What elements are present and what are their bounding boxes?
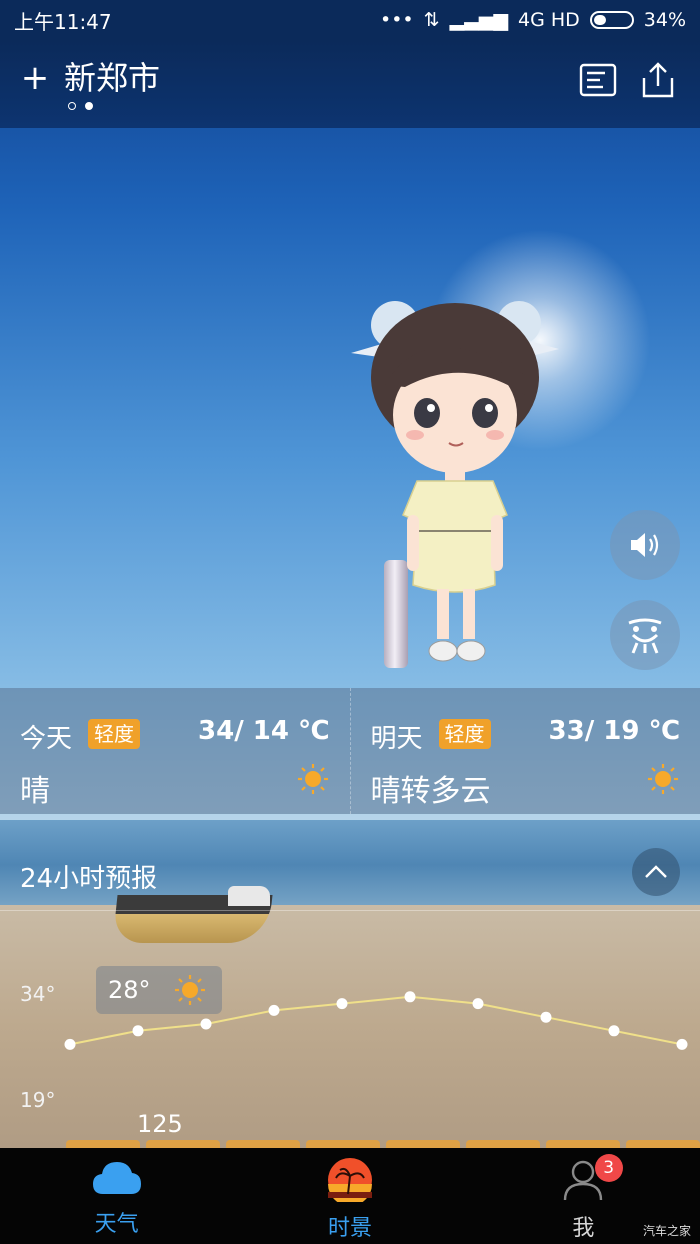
aqi-bar — [626, 1140, 700, 1148]
bottom-navigation: 天气 时景 3 我 — [0, 1148, 700, 1244]
status-time: 上午11:47 — [14, 9, 112, 34]
daily-summary: 今天 轻度 34/ 14 ℃ 晴 明天 轻度 33/ 19 ℃ 晴转多云 — [0, 688, 700, 814]
temperature-point — [132, 1025, 144, 1037]
temperature-point — [472, 998, 484, 1010]
sun-icon — [297, 764, 328, 794]
page-dot — [68, 102, 76, 110]
notification-badge: 3 — [594, 1154, 623, 1182]
collapse-forecast-button[interactable] — [632, 848, 680, 896]
sun-icon — [174, 975, 205, 1005]
forecast-title: 24小时预报 — [20, 864, 158, 894]
share-icon[interactable] — [638, 60, 678, 100]
selected-hour-tooltip: 28° — [96, 966, 222, 1014]
tomorrow-temp: 33/ 19 ℃ — [548, 716, 680, 746]
status-right: ••• ⇅ ▂▃▅▆ 4G HD 34% — [380, 9, 686, 31]
signal-icon: ▂▃▅▆ — [449, 9, 508, 31]
tab-weather[interactable]: 天气 — [0, 1148, 233, 1244]
data-transfer-icon: ⇅ — [423, 9, 440, 31]
city-name[interactable]: 新郑市 — [64, 58, 160, 98]
today-label: 今天 — [20, 724, 73, 754]
aqi-bar — [226, 1140, 300, 1148]
tomorrow-card[interactable]: 明天 轻度 33/ 19 ℃ 晴转多云 — [349, 688, 700, 814]
boat-cabin — [228, 886, 270, 906]
temperature-point — [336, 998, 348, 1010]
temperature-point — [404, 991, 416, 1003]
tomorrow-aqi-badge: 轻度 — [438, 719, 491, 749]
speaker-icon — [631, 533, 659, 557]
app-header: + 新郑市 — [0, 40, 700, 128]
page-dot-active — [85, 102, 93, 110]
sun-icon — [648, 764, 678, 794]
aqi-bar — [466, 1140, 540, 1148]
tab-scene-label: 时景 — [327, 1216, 372, 1241]
aqi-bar — [66, 1140, 140, 1148]
cloud-icon — [92, 1162, 141, 1194]
temperature-point — [676, 1038, 688, 1050]
forecast-divider — [0, 910, 700, 911]
today-condition: 晴 — [20, 774, 50, 809]
tab-scene[interactable]: 时景 — [233, 1148, 466, 1244]
tomorrow-condition: 晴转多云 — [370, 774, 491, 809]
status-bar: 上午11:47 ••• ⇅ ▂▃▅▆ 4G HD 34% — [0, 0, 700, 40]
hour-aqi-value: 125 — [137, 1110, 183, 1138]
add-city-button[interactable]: + — [20, 58, 50, 98]
today-card[interactable]: 今天 轻度 34/ 14 ℃ 晴 — [0, 688, 350, 814]
tomorrow-label: 明天 — [370, 724, 423, 754]
tab-me-label: 我 — [572, 1216, 595, 1241]
today-temp: 34/ 14 ℃ — [198, 716, 330, 746]
temperature-point — [540, 1011, 552, 1023]
cartoon-girl-illustration — [351, 301, 559, 662]
tab-weather-label: 天气 — [94, 1212, 139, 1237]
smiley-character-icon — [628, 618, 662, 654]
today-aqi-badge: 轻度 — [88, 719, 140, 749]
battery-icon — [589, 11, 634, 29]
character-interaction-button[interactable] — [610, 600, 680, 670]
temperature-point — [608, 1025, 620, 1037]
aqi-bar — [306, 1140, 380, 1148]
aqi-bar — [146, 1140, 220, 1148]
battery-percent: 34% — [643, 9, 686, 31]
sunset-palm-icon — [327, 1158, 372, 1202]
network-label: 4G HD — [517, 9, 580, 31]
temperature-point — [200, 1018, 212, 1030]
temperature-point — [64, 1038, 76, 1050]
more-dots-icon: ••• — [379, 9, 414, 31]
list-icon[interactable] — [578, 60, 618, 100]
watermark: 汽车之家 — [643, 1224, 692, 1238]
page-indicator — [68, 102, 93, 110]
aqi-bars — [66, 1140, 700, 1148]
aqi-bar — [546, 1140, 620, 1148]
tooltip-temp: 28° — [108, 976, 151, 1004]
voice-broadcast-button[interactable] — [610, 510, 680, 580]
temperature-point — [268, 1004, 280, 1016]
chevron-up-icon — [645, 865, 667, 878]
aqi-bar — [386, 1140, 460, 1148]
